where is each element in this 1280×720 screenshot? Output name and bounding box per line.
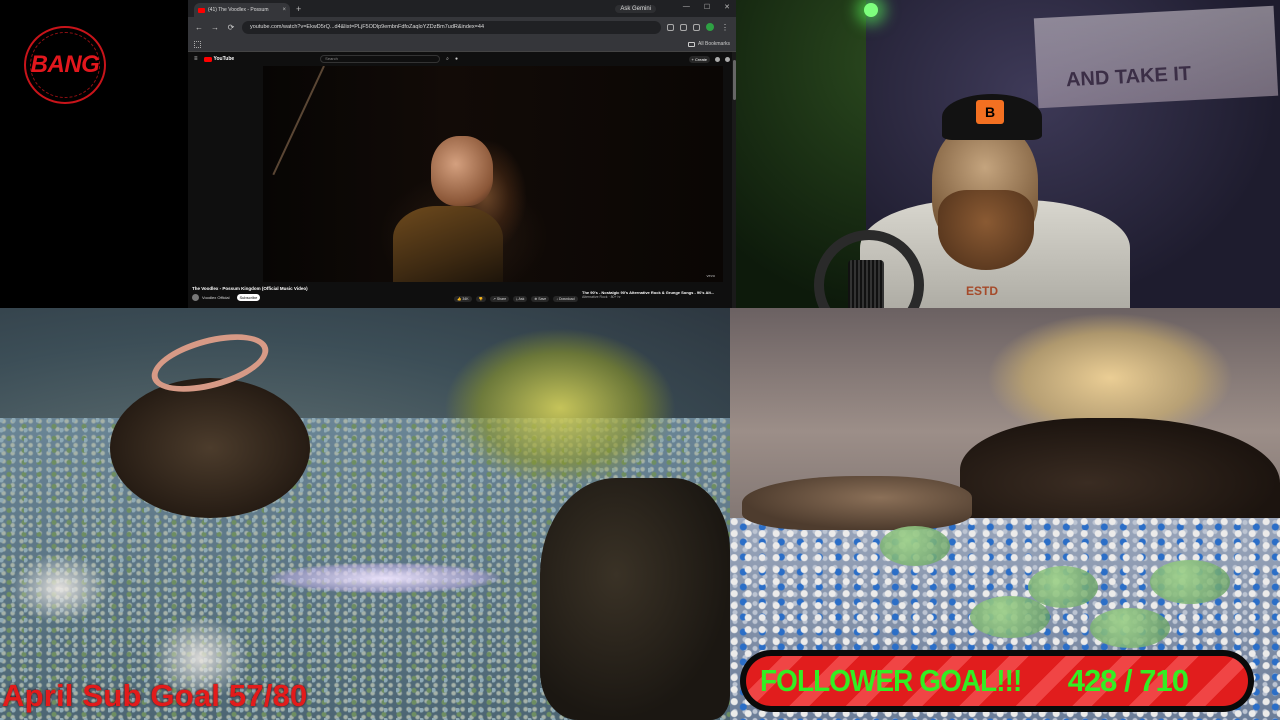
sub-goal-text: April Sub Goal 57/80	[2, 678, 308, 713]
like-button[interactable]: 👍 34K	[454, 296, 472, 302]
youtube-search-input[interactable]: Search	[320, 55, 441, 63]
browser-menu-icon[interactable]: ⋮	[720, 23, 730, 32]
video-singer-face	[431, 136, 493, 206]
youtube-logo[interactable]: YouTube	[203, 56, 235, 62]
tab-close-icon[interactable]: ×	[282, 7, 286, 13]
up-next-subtitle: Alternative Rock · 80+ hr	[582, 295, 621, 299]
ask-gemini-button[interactable]: Ask Gemini	[615, 4, 656, 13]
tank-camera-left	[0, 308, 730, 720]
channel-avatar[interactable]	[192, 294, 199, 301]
folder-icon	[688, 41, 696, 47]
cast-icon[interactable]	[667, 23, 674, 31]
address-bar-row: ← → ⟳ youtube.com/watch?v=EkwD5rQ...d4&l…	[188, 17, 736, 37]
download-button[interactable]: ↓ Download	[553, 296, 578, 302]
notifications-icon[interactable]	[715, 56, 720, 62]
back-arrow-icon[interactable]: ←	[194, 23, 204, 32]
all-bookmarks-label: All Bookmarks	[698, 41, 730, 47]
streamer-beard	[938, 190, 1034, 270]
search-icon[interactable]: ⌕	[446, 56, 449, 62]
follower-goal-count: 428 / 710	[1067, 663, 1189, 698]
follower-goal-fill: FOLLOWER GOAL!!! 428 / 710	[746, 656, 1248, 706]
all-bookmarks-button[interactable]: All Bookmarks	[688, 41, 730, 47]
video-info: The Voodlex - Possum Kingdom (Official M…	[192, 286, 580, 302]
vevo-watermark: vevo	[706, 273, 715, 278]
tab-title: (41) The Voodlex - Possum	[208, 7, 269, 13]
save-button[interactable]: ⊕ Save	[531, 296, 550, 302]
youtube-favicon-icon	[198, 7, 205, 13]
video-title: The Voodlex - Possum Kingdom (Official M…	[192, 286, 308, 291]
bookmark-star-icon[interactable]	[680, 23, 687, 31]
stream-logo-area: BANG	[0, 0, 188, 308]
wall-flag	[1033, 5, 1279, 109]
profile-avatar[interactable]	[706, 23, 714, 31]
youtube-logo-text: YouTube	[213, 56, 235, 62]
green-marble	[970, 596, 1050, 638]
video-singer-body	[393, 206, 503, 282]
browser-tab[interactable]: (41) The Voodlex - Possum ×	[194, 3, 290, 17]
cap-logo: B	[976, 100, 1004, 124]
forward-arrow-icon[interactable]: →	[210, 23, 220, 32]
up-next-item[interactable]: The 90's - Nostalgic 90's Alternative Ro…	[582, 290, 722, 299]
green-marble	[1150, 560, 1230, 604]
green-marble	[880, 526, 950, 566]
green-light	[864, 3, 878, 17]
url-input[interactable]: youtube.com/watch?v=EkwD5rQ...d4&list=PL…	[242, 20, 661, 34]
logo-text: BANG	[30, 51, 100, 78]
apps-grid-icon[interactable]	[194, 40, 201, 48]
extensions-icon[interactable]	[693, 23, 700, 31]
follower-goal-label: FOLLOWER GOAL!!!	[760, 663, 1022, 698]
minimize-button[interactable]: —	[683, 3, 690, 11]
youtube-header-right: + Create	[688, 55, 730, 63]
hamburger-menu-icon[interactable]: ≡	[194, 56, 198, 62]
green-marble	[1090, 608, 1170, 648]
webcam-feed: AND TAKE IT ESTD B	[736, 0, 1280, 308]
youtube-header: ≡ YouTube Search ⌕ ● + Create	[188, 52, 736, 66]
follower-goal-bar: FOLLOWER GOAL!!! 428 / 710	[740, 650, 1254, 712]
microphone	[848, 260, 884, 308]
left-tank-rock	[540, 478, 730, 720]
bookmarks-bar: All Bookmarks	[188, 37, 736, 52]
channel-name[interactable]: Voodlex Official	[202, 295, 230, 300]
microphone-icon[interactable]: ●	[455, 56, 458, 62]
window-controls: — ☐ ✕	[683, 3, 730, 11]
shirt-text: ESTD	[966, 284, 999, 298]
create-button[interactable]: + Create	[688, 55, 710, 63]
account-avatar[interactable]	[725, 56, 730, 62]
browser-window: (41) The Voodlex - Possum × + Ask Gemini…	[188, 0, 736, 308]
reload-icon[interactable]: ⟳	[226, 23, 236, 32]
subscribe-button[interactable]: Subscribe	[236, 294, 261, 301]
maximize-button[interactable]: ☐	[704, 3, 710, 11]
bang-logo: BANG	[24, 26, 106, 104]
new-tab-button[interactable]: +	[296, 4, 301, 14]
dislike-button[interactable]: 👎	[475, 296, 486, 302]
ask-button[interactable]: ⤓ Ask	[513, 296, 528, 302]
video-player[interactable]: vevo	[263, 66, 723, 282]
close-window-button[interactable]: ✕	[724, 3, 730, 11]
video-actions: 👍 34K 👎 ↗ Share ⤓ Ask ⊕ Save ↓ Download	[454, 296, 578, 302]
left-tank-glare	[270, 563, 500, 593]
left-tank-log	[110, 378, 310, 518]
right-tank-turtle	[742, 476, 972, 530]
tab-bar: (41) The Voodlex - Possum × + Ask Gemini…	[188, 0, 736, 17]
share-button[interactable]: ↗ Share	[489, 296, 510, 302]
youtube-play-icon	[203, 56, 212, 62]
